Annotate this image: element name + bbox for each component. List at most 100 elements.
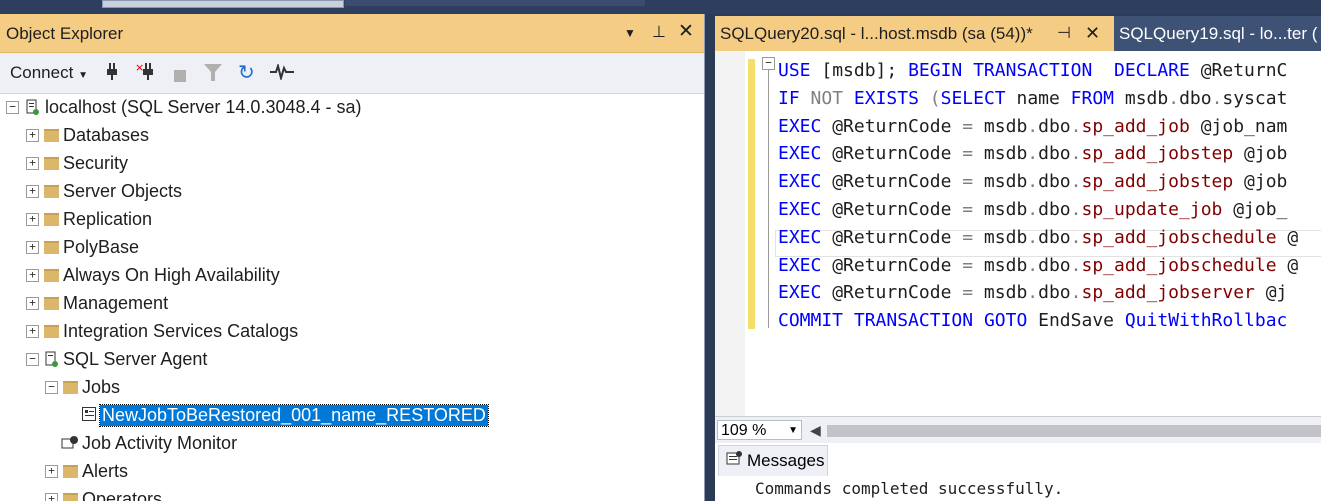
close-icon[interactable]: ✕ bbox=[678, 20, 694, 43]
collapse-region-icon[interactable]: − bbox=[762, 57, 775, 70]
expand-icon[interactable]: + bbox=[45, 465, 58, 478]
folder-icon bbox=[44, 213, 59, 226]
tree-node-sql-server-agent[interactable]: − SQL Server Agent bbox=[0, 346, 704, 374]
expand-icon[interactable]: + bbox=[26, 157, 39, 170]
refresh-icon[interactable]: ↻ bbox=[238, 60, 255, 85]
messages-icon bbox=[726, 447, 742, 477]
code-line: EXEC @ReturnCode = msdb.dbo.sp_add_jobsc… bbox=[778, 254, 1299, 276]
title-strip bbox=[0, 0, 1321, 14]
tree-node-label: Jobs bbox=[82, 377, 121, 397]
code-line: EXEC @ReturnCode = msdb.dbo.sp_add_jobst… bbox=[778, 143, 1288, 165]
expand-icon[interactable]: + bbox=[26, 241, 39, 254]
folder-icon bbox=[63, 493, 78, 501]
tree-node-alerts[interactable]: + Alerts bbox=[0, 458, 704, 486]
tree-node-databases[interactable]: + Databases bbox=[0, 122, 704, 150]
server-label: localhost (SQL Server 14.0.3048.4 - sa) bbox=[45, 97, 362, 117]
pin-icon[interactable]: ⊣ bbox=[1057, 16, 1071, 51]
connect-label: Connect bbox=[10, 63, 74, 82]
chevron-down-icon: ▼ bbox=[788, 425, 798, 436]
expand-icon[interactable]: + bbox=[26, 185, 39, 198]
object-explorer-title: Object Explorer bbox=[6, 24, 124, 43]
code-line: EXEC @ReturnCode = msdb.dbo.sp_add_jobse… bbox=[778, 282, 1288, 304]
change-indicator bbox=[748, 59, 755, 329]
horizontal-scrollbar[interactable] bbox=[827, 425, 1321, 437]
code-line: USE [msdb]; BEGIN TRANSACTION DECLARE @R… bbox=[778, 60, 1288, 81]
editor-tabs: SQLQuery20.sql - l...host.msdb (sa (54))… bbox=[715, 16, 1321, 51]
tree-node-server-objects[interactable]: + Server Objects bbox=[0, 178, 704, 206]
expand-icon[interactable]: + bbox=[26, 129, 39, 142]
tree-node-jobs[interactable]: − Jobs bbox=[0, 374, 704, 402]
code-editor[interactable]: − USE [msdb]; BEGIN TRANSACTION DECLARE … bbox=[715, 51, 1321, 416]
tree-node-label: Always On High Availability bbox=[63, 265, 280, 285]
tree-node-label: Alerts bbox=[82, 461, 129, 481]
toolbar-area bbox=[345, 0, 645, 6]
zoom-select[interactable]: 109 % ▼ bbox=[717, 420, 802, 440]
tab-label: SQLQuery19.sql - lo...ter ( bbox=[1119, 24, 1318, 43]
svg-text:×: × bbox=[135, 61, 144, 74]
scroll-left-icon[interactable]: ◀ bbox=[810, 422, 821, 439]
tab-sqlquery20[interactable]: SQLQuery20.sql - l...host.msdb (sa (54))… bbox=[715, 16, 1115, 51]
object-explorer-titlebar: Object Explorer ▼ ⊥ ✕ bbox=[0, 14, 704, 53]
tree-node-server[interactable]: − localhost (SQL Server 14.0.3048.4 - sa… bbox=[0, 94, 704, 122]
collapse-icon[interactable]: − bbox=[6, 101, 19, 114]
tree-node-operators[interactable]: + Operators bbox=[0, 486, 704, 501]
chevron-down-icon: ▼ bbox=[78, 70, 88, 81]
monitor-icon bbox=[61, 435, 79, 454]
folder-icon bbox=[44, 325, 59, 338]
expand-icon[interactable]: + bbox=[26, 269, 39, 282]
messages-output: Commands completed successfully. bbox=[755, 479, 1064, 498]
tree-node-integration-services[interactable]: + Integration Services Catalogs bbox=[0, 318, 704, 346]
folder-icon bbox=[44, 269, 59, 282]
connect-plug-icon[interactable] bbox=[104, 61, 120, 86]
editor-margin bbox=[715, 51, 745, 416]
zoom-value: 109 % bbox=[721, 422, 767, 439]
object-explorer-panel: Object Explorer ▼ ⊥ ✕ Connect ▼ × ↻ − lo… bbox=[0, 14, 705, 501]
query-editor-area: SQLQuery20.sql - l...host.msdb (sa (54))… bbox=[705, 14, 1321, 501]
stop-icon[interactable] bbox=[174, 67, 186, 87]
code-line: EXEC @ReturnCode = msdb.dbo.sp_add_job @… bbox=[778, 115, 1288, 137]
agent-icon bbox=[43, 351, 59, 370]
expand-icon[interactable]: + bbox=[45, 493, 58, 501]
folder-icon bbox=[44, 185, 59, 198]
tree-node-label: Integration Services Catalogs bbox=[63, 321, 299, 341]
tree-node-management[interactable]: + Management bbox=[0, 290, 704, 318]
tree-node-label: SQL Server Agent bbox=[63, 349, 208, 369]
expand-icon[interactable]: + bbox=[26, 325, 39, 338]
code-line: IF NOT EXISTS (SELECT name FROM msdb.dbo… bbox=[778, 87, 1288, 109]
tree-node-selected-job[interactable]: NewJobToBeRestored_001_name_RESTORED bbox=[0, 402, 704, 430]
zoom-bar: 109 % ▼ ◀ bbox=[715, 416, 1321, 444]
code-line: COMMIT TRANSACTION GOTO EndSave QuitWith… bbox=[778, 310, 1288, 332]
code-line: EXEC @ReturnCode = msdb.dbo.sp_update_jo… bbox=[778, 199, 1288, 220]
tab-sqlquery19[interactable]: SQLQuery19.sql - lo...ter ( bbox=[1114, 16, 1321, 51]
messages-tab-label: Messages bbox=[747, 451, 825, 470]
tree-node-label: Databases bbox=[63, 125, 150, 145]
tree-node-security[interactable]: + Security bbox=[0, 150, 704, 178]
tree-node-label: Job Activity Monitor bbox=[82, 433, 238, 453]
object-explorer-toolbar: Connect ▼ × ↻ bbox=[0, 53, 704, 94]
activity-monitor-icon[interactable] bbox=[270, 62, 294, 85]
tree-node-job-activity-monitor[interactable]: Job Activity Monitor bbox=[0, 430, 704, 458]
expand-icon[interactable]: + bbox=[26, 297, 39, 310]
tree-node-always-on[interactable]: + Always On High Availability bbox=[0, 262, 704, 290]
dropdown-arrow-icon[interactable]: ▼ bbox=[624, 26, 636, 40]
collapse-icon[interactable]: − bbox=[26, 353, 39, 366]
filter-icon[interactable] bbox=[204, 64, 222, 87]
pin-icon[interactable]: ⊥ bbox=[652, 22, 666, 42]
toolbar-field[interactable] bbox=[102, 0, 344, 8]
tree-node-polybase[interactable]: + PolyBase bbox=[0, 234, 704, 262]
folder-icon bbox=[44, 297, 59, 310]
tab-messages[interactable]: Messages bbox=[718, 445, 828, 476]
folder-icon bbox=[44, 157, 59, 170]
tree-node-label: Management bbox=[63, 293, 169, 313]
disconnect-icon[interactable]: × bbox=[135, 61, 159, 86]
tree-node-label: Security bbox=[63, 153, 129, 173]
connect-button[interactable]: Connect ▼ bbox=[10, 63, 88, 83]
folder-icon bbox=[63, 381, 78, 394]
tree-node-replication[interactable]: + Replication bbox=[0, 206, 704, 234]
expand-icon[interactable]: + bbox=[26, 213, 39, 226]
close-icon[interactable]: ✕ bbox=[1085, 16, 1100, 51]
messages-panel: Messages Commands completed successfully… bbox=[715, 443, 1321, 501]
code-line: EXEC @ReturnCode = msdb.dbo.sp_add_jobsc… bbox=[778, 226, 1299, 248]
collapse-icon[interactable]: − bbox=[45, 381, 58, 394]
object-explorer-tree: − localhost (SQL Server 14.0.3048.4 - sa… bbox=[0, 94, 704, 501]
